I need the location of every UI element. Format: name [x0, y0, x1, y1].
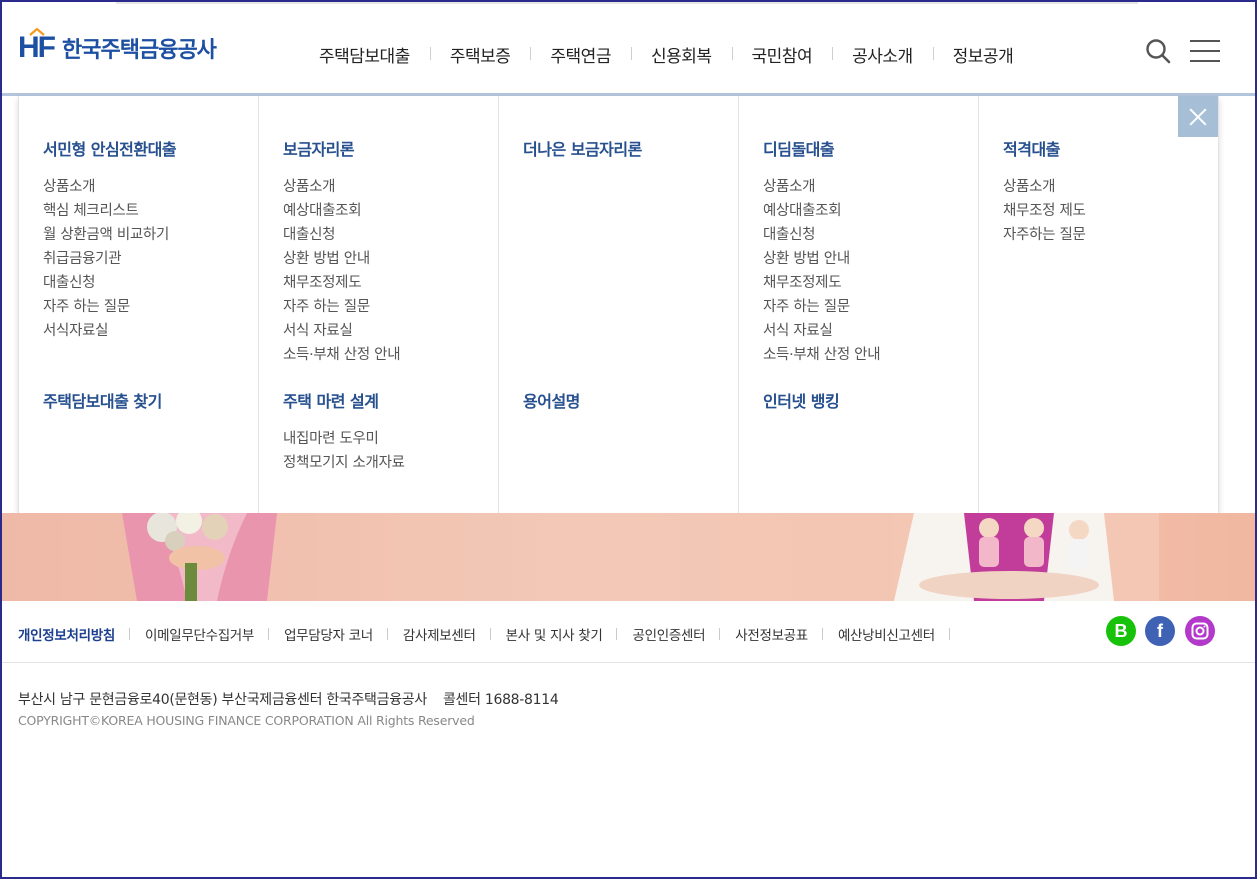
nav-item-about[interactable]: 공사소개: [832, 42, 933, 67]
menu-link[interactable]: 자주 하는 질문: [43, 295, 176, 319]
menu-link[interactable]: 상환 방법 안내: [283, 247, 400, 271]
menu-group-title[interactable]: 적격대출: [1003, 136, 1086, 160]
close-menu-button[interactable]: [1178, 96, 1218, 137]
nav-item-participation[interactable]: 국민참여: [731, 42, 833, 67]
menu-link[interactable]: 소득·부채 산정 안내: [283, 343, 401, 367]
menu-group: 서민형 안심전환대출 상품소개 핵심 체크리스트 월 상환금액 비교하기 취급금…: [43, 136, 177, 343]
address-text: 부산시 남구 문현금융로40(문현동) 부산국제금융센터 한국주택금융공사: [18, 692, 427, 708]
menu-link[interactable]: 정책모기지 소개자료: [283, 451, 405, 475]
mega-menu-column: 디딤돌대출 상품소개 예상대출조회 대출신청 상환 방법 안내 채무조정제도 자…: [739, 96, 979, 513]
footer-link-privacy[interactable]: 개인정보처리방침: [18, 624, 130, 644]
menu-link[interactable]: 월 상환금액 비교하기: [43, 223, 176, 247]
menu-link[interactable]: 자주하는 질문: [1003, 223, 1086, 247]
mega-menu: 서민형 안심전환대출 상품소개 핵심 체크리스트 월 상환금액 비교하기 취급금…: [18, 96, 1219, 513]
company-address: 부산시 남구 문현금융로40(문현동) 부산국제금융센터 한국주택금융공사 콜센터…: [18, 689, 559, 709]
menu-group-list: 내집마련 도우미 정책모기지 소개자료: [283, 427, 405, 475]
footer-link-email-refusal[interactable]: 이메일무단수집거부: [130, 624, 270, 644]
menu-group: 인터넷 뱅킹: [763, 388, 840, 427]
menu-link[interactable]: 서식자료실: [43, 319, 176, 343]
site-header: HF 한국주택금융공사 주택담보대출 주택보증 주택연금 신용회복 국민참여 공…: [2, 4, 1255, 94]
copyright-text: COPYRIGHT©KOREA HOUSING FINANCE CORPORAT…: [18, 713, 475, 728]
menu-link[interactable]: 대출신청: [283, 223, 400, 247]
menu-group: 주택담보대출 찾기: [43, 388, 162, 427]
footer-links-bar: 개인정보처리방침 이메일무단수집거부 업무담당자 코너 감사제보센터 본사 및 …: [2, 601, 1255, 663]
nav-item-guarantee[interactable]: 주택보증: [429, 42, 531, 67]
hero-banner: [2, 513, 1255, 601]
dolls-illustration: [894, 513, 1159, 601]
menu-link[interactable]: 상품소개: [283, 175, 400, 199]
menu-link[interactable]: 서식 자료실: [283, 319, 400, 343]
nav-item-credit-recovery[interactable]: 신용회복: [630, 42, 732, 67]
menu-link[interactable]: 상품소개: [1003, 175, 1086, 199]
footer-link-certificate-center[interactable]: 공인인증센터: [617, 624, 720, 644]
menu-group-list: 상품소개 예상대출조회 대출신청 상환 방법 안내 채무조정제도 자주 하는 질…: [763, 175, 881, 367]
logo-roof-icon: [29, 28, 45, 36]
menu-group-title[interactable]: 더나은 보금자리론: [523, 136, 642, 160]
menu-group-list: 상품소개 예상대출조회 대출신청 상환 방법 안내 채무조정제도 자주 하는 질…: [283, 175, 401, 367]
menu-link[interactable]: 핵심 체크리스트: [43, 199, 176, 223]
menu-group-title[interactable]: 용어설명: [523, 388, 580, 412]
menu-group-title[interactable]: 디딤돌대출: [763, 136, 880, 160]
instagram-glyph: [1191, 622, 1209, 640]
footer-link-disclosure[interactable]: 사전정보공표: [720, 624, 823, 644]
menu-link[interactable]: 예상대출조회: [283, 199, 400, 223]
blog-icon[interactable]: B: [1106, 616, 1136, 646]
menu-group-title[interactable]: 주택 마련 설계: [283, 388, 405, 412]
menu-link[interactable]: 채무조정 제도: [1003, 199, 1086, 223]
menu-link[interactable]: 자주 하는 질문: [283, 295, 400, 319]
menu-link[interactable]: 대출신청: [43, 271, 176, 295]
mega-menu-column: 적격대출 상품소개 채무조정 제도 자주하는 질문: [979, 96, 1219, 513]
menu-link[interactable]: 서식 자료실: [763, 319, 880, 343]
footer-link-branch-finder[interactable]: 본사 및 지사 찾기: [491, 624, 618, 644]
menu-group-list: 상품소개 핵심 체크리스트 월 상환금액 비교하기 취급금융기관 대출신청 자주…: [43, 175, 176, 343]
menu-group: 더나은 보금자리론: [523, 136, 642, 175]
menu-group: 보금자리론 상품소개 예상대출조회 대출신청 상환 방법 안내 채무조정제도 자…: [283, 136, 401, 367]
bouquet-illustration: [122, 513, 277, 601]
menu-link[interactable]: 채무조정제도: [763, 271, 880, 295]
menu-link[interactable]: 예상대출조회: [763, 199, 880, 223]
mega-menu-column: 보금자리론 상품소개 예상대출조회 대출신청 상환 방법 안내 채무조정제도 자…: [259, 96, 499, 513]
menu-link[interactable]: 상품소개: [763, 175, 880, 199]
logo[interactable]: HF 한국주택금융공사: [18, 28, 217, 64]
footer-link-staff-corner[interactable]: 업무담당자 코너: [269, 624, 388, 644]
menu-link[interactable]: 내집마련 도우미: [283, 427, 405, 451]
menu-link[interactable]: 소득·부채 산정 안내: [763, 343, 881, 367]
call-center-text: 콜센터 1688-8114: [442, 692, 559, 708]
logo-text: 한국주택금융공사: [62, 38, 217, 63]
main-nav: 주택담보대출 주택보증 주택연금 신용회복 국민참여 공사소개 정보공개: [299, 42, 1033, 67]
menu-group-title[interactable]: 서민형 안심전환대출: [43, 136, 177, 160]
menu-group: 용어설명: [523, 388, 580, 427]
instagram-icon[interactable]: [1185, 616, 1215, 646]
nav-item-pension[interactable]: 주택연금: [530, 42, 631, 67]
logo-mark: HF: [18, 28, 56, 63]
menu-group-list: 상품소개 채무조정 제도 자주하는 질문: [1003, 175, 1086, 247]
menu-group-title[interactable]: 보금자리론: [283, 136, 400, 160]
nav-item-mortgage[interactable]: 주택담보대출: [299, 42, 430, 67]
menu-group: 적격대출 상품소개 채무조정 제도 자주하는 질문: [1003, 136, 1086, 247]
footer-link-audit-report[interactable]: 감사제보센터: [388, 624, 491, 644]
menu-link[interactable]: 채무조정제도: [283, 271, 400, 295]
menu-link[interactable]: 상환 방법 안내: [763, 247, 880, 271]
menu-group: 디딤돌대출 상품소개 예상대출조회 대출신청 상환 방법 안내 채무조정제도 자…: [763, 136, 881, 367]
nav-item-disclosure[interactable]: 정보공개: [932, 42, 1034, 67]
footer-link-list: 개인정보처리방침 이메일무단수집거부 업무담당자 코너 감사제보센터 본사 및 …: [18, 624, 950, 644]
menu-link[interactable]: 대출신청: [763, 223, 880, 247]
mega-menu-column: 서민형 안심전환대출 상품소개 핵심 체크리스트 월 상환금액 비교하기 취급금…: [19, 96, 259, 513]
menu-link[interactable]: 취급금융기관: [43, 247, 176, 271]
menu-group: 주택 마련 설계 내집마련 도우미 정책모기지 소개자료: [283, 388, 405, 475]
menu-link[interactable]: 상품소개: [43, 175, 176, 199]
facebook-icon[interactable]: f: [1145, 616, 1175, 646]
footer-link-budget-waste[interactable]: 예산낭비신고센터: [823, 624, 950, 644]
mega-menu-column: 더나은 보금자리론 용어설명: [499, 96, 739, 513]
menu-link[interactable]: 자주 하는 질문: [763, 295, 880, 319]
search-icon[interactable]: [1145, 38, 1171, 64]
menu-icon[interactable]: [1190, 40, 1220, 64]
menu-group-title[interactable]: 인터넷 뱅킹: [763, 388, 840, 412]
menu-group-title[interactable]: 주택담보대출 찾기: [43, 388, 162, 412]
